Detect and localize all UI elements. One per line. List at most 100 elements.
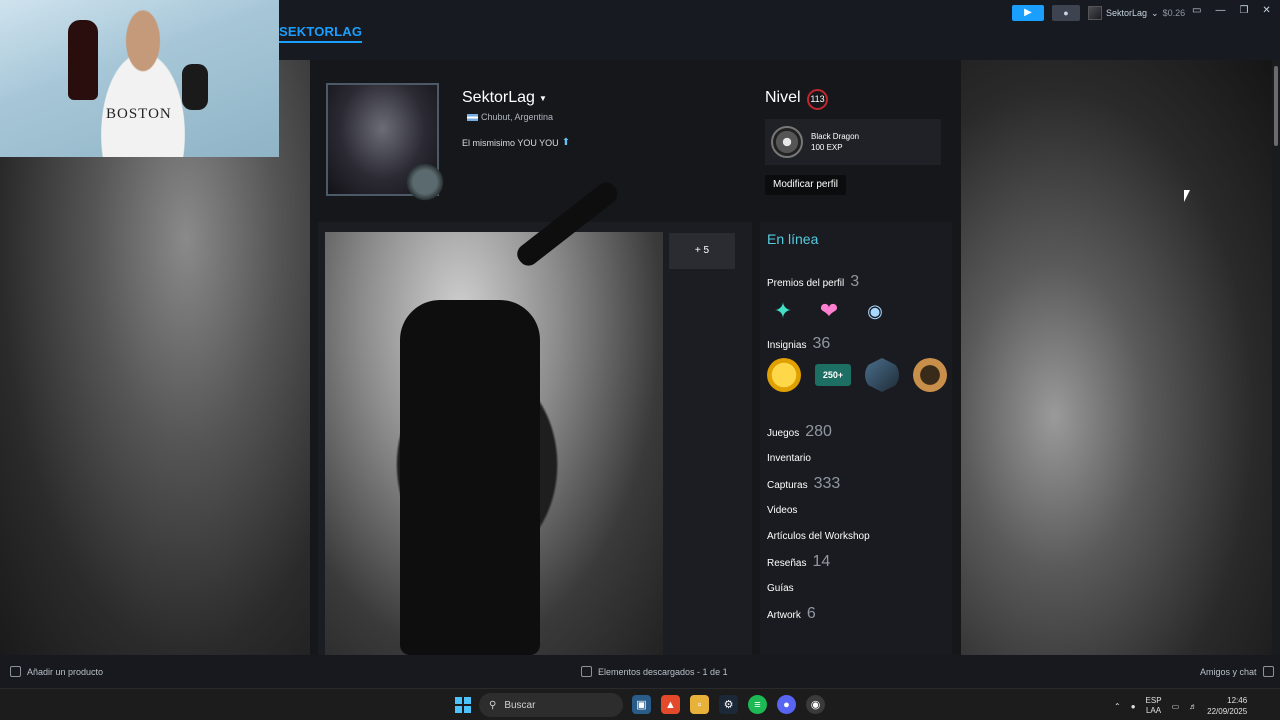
- microphone-icon[interactable]: ●: [1131, 702, 1136, 711]
- comet-award-icon[interactable]: ✦: [767, 295, 799, 327]
- performer-silhouette: [400, 300, 540, 655]
- awards-link[interactable]: Premios del perfil 3: [767, 273, 859, 291]
- globe-award-icon[interactable]: ◉: [859, 295, 891, 327]
- sidebar-item-count: 6: [806, 605, 816, 622]
- awards-row: ✦ ❤ ◉: [767, 295, 891, 327]
- taskbar-clock[interactable]: 12:46 22/09/2025: [1207, 695, 1247, 717]
- steam-app-icon[interactable]: ⚙: [719, 695, 738, 714]
- sidebar-item-count: 333: [813, 475, 841, 492]
- shirt-text: BOSTON: [106, 106, 172, 122]
- download-icon: [581, 666, 592, 677]
- showcase-more-button[interactable]: + 5: [669, 233, 735, 269]
- account-name: SektorLag: [1106, 8, 1148, 18]
- online-status: En línea: [767, 231, 819, 247]
- discord-app-icon[interactable]: ●: [777, 695, 796, 714]
- caret-down-icon: ▼: [538, 93, 547, 103]
- summary-text: El mismisimo YOU YOU: [462, 137, 559, 148]
- sidebar-item-count: 280: [805, 423, 832, 440]
- minimize-icon[interactable]: —: [1215, 5, 1225, 16]
- downloads-label: Elementos descargados - 1 de 1: [598, 666, 728, 677]
- level-badge[interactable]: 113: [807, 89, 828, 110]
- persona-name[interactable]: SektorLag ▼: [462, 89, 547, 107]
- taskbar-search[interactable]: ⚲ Buscar: [479, 693, 623, 717]
- badges-label: Insignias: [767, 340, 807, 351]
- scrollbar-thumb[interactable]: [1274, 66, 1278, 146]
- profile-location: Chubut, Argentina: [467, 112, 553, 122]
- sidebar-item-label: Guías: [767, 583, 794, 594]
- badges-row: 250+: [767, 358, 947, 392]
- sidebar-item-games[interactable]: Juegos 280: [767, 423, 832, 441]
- persona-name-text: SektorLag: [462, 89, 535, 106]
- sidebar-item-inventory[interactable]: Inventario: [767, 453, 811, 464]
- obs-app-icon[interactable]: ◉: [806, 695, 825, 714]
- mouse-cursor-icon: [1184, 190, 1190, 202]
- nav-tab-profile[interactable]: SEKTORLAG: [279, 24, 363, 43]
- wallet-balance: $0.26: [1162, 8, 1186, 18]
- window-controls: ▭ — ❐ ✕: [1192, 5, 1271, 16]
- system-tray: ⌃ ● ESP LAA ▭ ♬ 12:46 22/09/2025: [1114, 695, 1247, 717]
- sidebar-item-count: 14: [812, 553, 831, 570]
- maximize-icon[interactable]: ❐: [1239, 5, 1248, 16]
- sidebar-item-label: Inventario: [767, 453, 811, 464]
- language-indicator[interactable]: ESP LAA: [1146, 696, 1162, 716]
- microphone-shape: [182, 64, 208, 110]
- awards-count: 3: [850, 273, 860, 290]
- friends-chat-button[interactable]: Amigos y chat: [1200, 666, 1274, 677]
- featured-badge-info: Black Dragon 100 EXP: [811, 131, 859, 153]
- search-label: Buscar: [504, 699, 536, 711]
- hex-badge-icon[interactable]: [865, 358, 899, 392]
- games-owned-badge[interactable]: 250+: [815, 364, 851, 386]
- notifications-button[interactable]: ●: [1052, 5, 1080, 21]
- featured-badge-xp: 100 EXP: [811, 143, 843, 152]
- volume-icon[interactable]: ♬: [1189, 702, 1197, 711]
- steam-status-bar: Añadir un producto Elementos descargados…: [0, 655, 1280, 688]
- announcement-button[interactable]: ▶: [1012, 5, 1044, 21]
- chevron-down-icon: ⌄: [1151, 7, 1159, 18]
- account-menu[interactable]: SektorLag ⌄ $0.26: [1088, 4, 1185, 22]
- clock-date: 22/09/2025: [1207, 707, 1248, 716]
- sidebar-item-videos[interactable]: Videos: [767, 505, 797, 516]
- downloads-button[interactable]: Elementos descargados - 1 de 1: [581, 666, 728, 677]
- sidebar-item-screenshots[interactable]: Capturas 333: [767, 475, 840, 493]
- megaphone-icon: ▶: [1024, 7, 1032, 18]
- bronze-badge-icon[interactable]: [913, 358, 947, 392]
- sidebar-item-label: Videos: [767, 505, 798, 516]
- taskbar-apps: ▣ ▲ ▫ ⚙ ≡ ● ◉: [632, 695, 825, 714]
- language-code: ESP: [1145, 696, 1162, 705]
- spotify-app-icon[interactable]: ≡: [748, 695, 767, 714]
- scrollbar-track[interactable]: [1272, 60, 1280, 655]
- brave-browser-icon[interactable]: ▲: [661, 695, 680, 714]
- sidebar-item-label: Capturas: [767, 480, 808, 491]
- sidebar-item-workshop[interactable]: Artículos del Workshop: [767, 531, 870, 542]
- featured-badge[interactable]: Black Dragon 100 EXP: [765, 119, 941, 165]
- heart-award-icon[interactable]: ❤: [813, 295, 845, 327]
- sidebar-item-guides[interactable]: Guías: [767, 583, 794, 594]
- gold-coin-badge-icon[interactable]: [767, 358, 801, 392]
- keyboard-layout: LAA: [1145, 706, 1162, 715]
- windows-start-icon[interactable]: [455, 697, 471, 713]
- photos-app-icon[interactable]: ▣: [632, 695, 651, 714]
- add-product-button[interactable]: Añadir un producto: [10, 666, 103, 677]
- add-product-label: Añadir un producto: [27, 666, 104, 677]
- windows-taskbar: ⚲ Buscar ▣ ▲ ▫ ⚙ ≡ ● ◉ ⌃ ● ESP LAA ▭ ♬ 1…: [0, 688, 1280, 720]
- bell-icon: ●: [1063, 8, 1069, 18]
- plus-icon: [10, 666, 21, 677]
- badges-count: 36: [812, 335, 831, 352]
- sidebar-item-reviews[interactable]: Reseñas 14: [767, 553, 830, 571]
- big-picture-icon[interactable]: ▭: [1192, 5, 1201, 16]
- network-icon[interactable]: ▭: [1172, 702, 1180, 711]
- sidebar-item-label: Juegos: [767, 428, 800, 439]
- steam-window: SEKTORLAG ▶ ● SektorLag ⌄ $0.26 ▭ — ❐ ✕ …: [0, 0, 1280, 720]
- up-arrow-icon: ⬆: [561, 137, 571, 148]
- profile-summary: El mismisimo YOU YOU ⬆: [462, 137, 570, 148]
- sidebar-item-artwork[interactable]: Artwork 6: [767, 605, 816, 623]
- badges-link[interactable]: Insignias 36: [767, 335, 830, 353]
- webcam-overlay: BOSTON: [0, 0, 279, 157]
- edit-profile-button[interactable]: Modificar perfil: [765, 175, 847, 195]
- sidebar-item-label: Artículos del Workshop: [767, 531, 870, 542]
- file-explorer-icon[interactable]: ▫: [690, 695, 709, 714]
- avatar-frame-decoration: [405, 164, 445, 204]
- close-icon[interactable]: ✕: [1262, 5, 1270, 16]
- chevron-up-icon[interactable]: ⌃: [1114, 702, 1121, 711]
- friends-chat-label: Amigos y chat: [1200, 666, 1257, 677]
